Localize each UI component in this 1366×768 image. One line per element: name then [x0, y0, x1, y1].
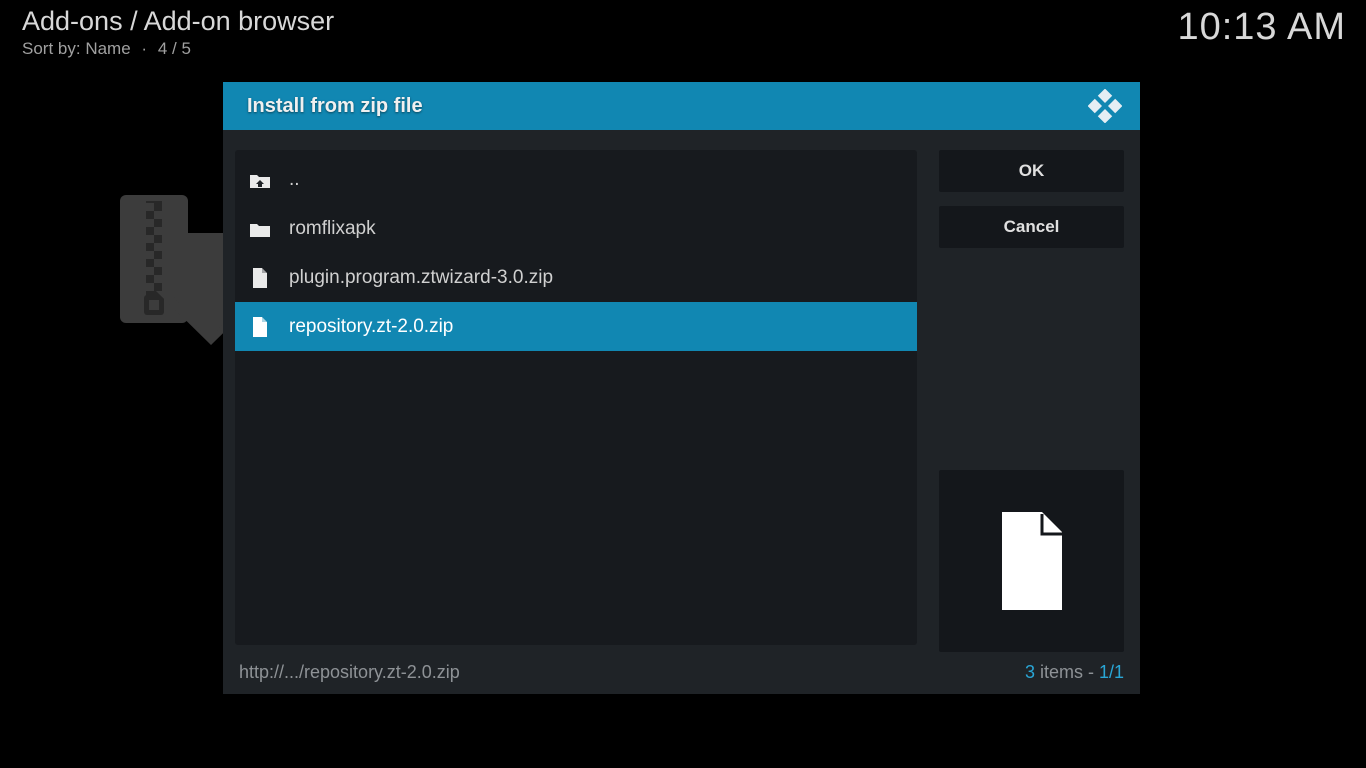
sort-value: Name [85, 39, 130, 58]
page-indicator: 1/1 [1099, 662, 1124, 682]
ok-button[interactable]: OK [939, 150, 1124, 192]
sort-line: Sort by: Name · 4 / 5 [22, 39, 334, 59]
position-indicator: 4 / 5 [158, 39, 191, 58]
kodi-logo-icon [1088, 89, 1122, 123]
folder-icon [249, 220, 271, 238]
sort-label: Sort by: [22, 39, 81, 58]
install-dialog: Install from zip file .. romflixa [223, 82, 1140, 694]
footer-path: http://.../repository.zt-2.0.zip [239, 662, 460, 683]
breadcrumb: Add-ons / Add-on browser [22, 6, 334, 37]
dialog-header: Install from zip file [223, 82, 1140, 130]
file-row-parent[interactable]: .. [235, 155, 917, 204]
item-count: 3 [1025, 662, 1035, 682]
preview-panel [939, 470, 1124, 652]
file-label: plugin.program.ztwizard-3.0.zip [289, 267, 553, 289]
file-list[interactable]: .. romflixapk plugin.program.ztwizard-3.… [235, 150, 917, 645]
file-label: .. [289, 169, 300, 191]
file-icon [249, 268, 271, 288]
file-row-zip[interactable]: plugin.program.ztwizard-3.0.zip [235, 253, 917, 302]
separator-dot: · [141, 39, 147, 58]
dialog-title: Install from zip file [247, 95, 423, 118]
file-row-zip-selected[interactable]: repository.zt-2.0.zip [235, 302, 917, 351]
folder-up-icon [249, 171, 271, 189]
file-icon [249, 317, 271, 337]
cancel-button[interactable]: Cancel [939, 206, 1124, 248]
clock: 10:13 AM [1177, 6, 1346, 49]
file-label: romflixapk [289, 218, 376, 240]
footer-count: 3 items - 1/1 [1025, 662, 1124, 683]
file-label: repository.zt-2.0.zip [289, 316, 453, 338]
file-preview-icon [1000, 512, 1064, 610]
file-row-folder[interactable]: romflixapk [235, 204, 917, 253]
